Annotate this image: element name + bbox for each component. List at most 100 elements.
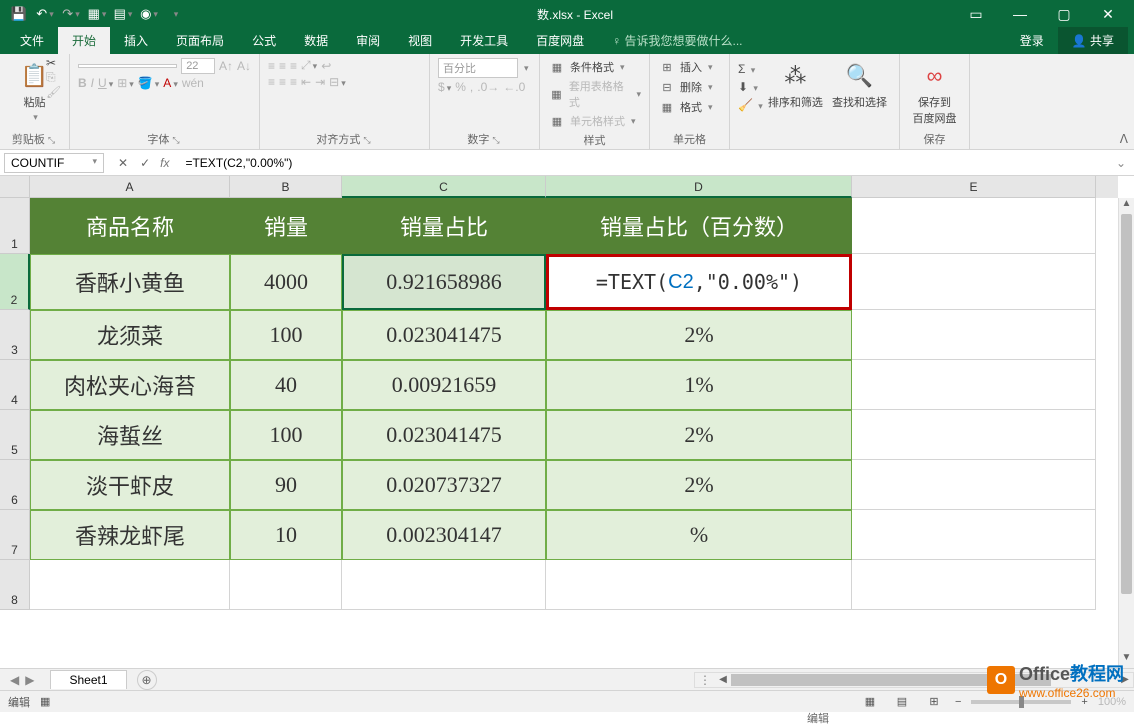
border-button[interactable]: ⊞▾: [117, 76, 134, 90]
tab-formulas[interactable]: 公式: [238, 27, 290, 54]
decrease-indent-icon[interactable]: ⇤: [301, 75, 311, 89]
tab-file[interactable]: 文件: [6, 27, 58, 54]
sheet-tab[interactable]: Sheet1: [50, 670, 126, 689]
page-break-view-icon[interactable]: ⊞: [923, 693, 945, 711]
font-launcher-icon[interactable]: ⤡: [172, 135, 181, 145]
qat-touch-icon[interactable]: ▦▾: [88, 5, 106, 23]
decrease-font-icon[interactable]: A↓: [237, 59, 251, 73]
clipboard-launcher-icon[interactable]: ⤡: [48, 135, 57, 145]
cell-B3[interactable]: 100: [230, 310, 342, 360]
qat-customize-icon[interactable]: ▾: [166, 5, 184, 23]
row-header-1[interactable]: 1: [0, 198, 30, 254]
cell-E2[interactable]: [852, 254, 1096, 310]
format-painter-icon[interactable]: 🖌: [46, 85, 61, 99]
increase-indent-icon[interactable]: ⇥: [315, 75, 325, 89]
align-left-icon[interactable]: ≡: [268, 75, 275, 89]
tab-insert[interactable]: 插入: [110, 27, 162, 54]
number-launcher-icon[interactable]: ⤡: [492, 135, 501, 145]
share-button[interactable]: 👤 共享: [1058, 27, 1128, 54]
cell-C6[interactable]: 0.020737327: [342, 460, 546, 510]
format-cells-button[interactable]: ▦格式 ▾: [658, 98, 721, 116]
sheet-nav-next-icon[interactable]: ▶: [25, 673, 34, 687]
tab-data[interactable]: 数据: [290, 27, 342, 54]
number-format-select[interactable]: 百分比: [438, 58, 518, 78]
close-button[interactable]: ✕: [1088, 2, 1128, 26]
select-all-corner[interactable]: [0, 176, 30, 198]
scroll-up-icon[interactable]: ▲: [1119, 198, 1134, 214]
cell-D5[interactable]: 2%: [546, 410, 852, 460]
row-header-4[interactable]: 4: [0, 360, 30, 410]
cell-A8[interactable]: [30, 560, 230, 610]
merge-button[interactable]: ⊟▾: [329, 75, 346, 89]
insert-function-icon[interactable]: fx: [160, 156, 177, 170]
comma-icon[interactable]: ,: [470, 80, 473, 94]
formula-input[interactable]: =TEXT(C2,"0.00%"): [177, 154, 1107, 172]
tell-me-input[interactable]: ♀ 告诉我您想要做什么...: [598, 27, 756, 54]
italic-button[interactable]: I: [91, 76, 94, 90]
qat-new-icon[interactable]: ▤▾: [114, 5, 132, 23]
fill-color-button[interactable]: 🪣▾: [138, 76, 159, 90]
font-name-input[interactable]: [78, 64, 177, 68]
save-baidu-button[interactable]: ∞ 保存到 百度网盘: [908, 58, 961, 128]
clear-icon[interactable]: 🧹 ▾: [738, 98, 763, 112]
row-header-5[interactable]: 5: [0, 410, 30, 460]
accounting-icon[interactable]: $▾: [438, 80, 451, 94]
copy-icon[interactable]: ⎘: [46, 70, 61, 85]
login-button[interactable]: 登录: [1006, 27, 1058, 54]
zoom-slider[interactable]: [971, 700, 1071, 704]
undo-icon[interactable]: ↶▾: [36, 5, 54, 23]
cell-C3[interactable]: 0.023041475: [342, 310, 546, 360]
cut-icon[interactable]: ✂: [46, 56, 61, 70]
underline-button[interactable]: U▾: [98, 76, 113, 90]
fill-icon[interactable]: ⬇ ▾: [738, 80, 763, 94]
align-center-icon[interactable]: ≡: [279, 75, 286, 89]
cell-D1[interactable]: 销量占比（百分数）: [546, 198, 852, 254]
cell-D4[interactable]: 1%: [546, 360, 852, 410]
row-header-3[interactable]: 3: [0, 310, 30, 360]
ribbon-options-icon[interactable]: ▭: [956, 2, 996, 26]
tab-view[interactable]: 视图: [394, 27, 446, 54]
name-box[interactable]: COUNTIF▾: [4, 153, 104, 173]
save-icon[interactable]: 💾: [10, 5, 28, 23]
scroll-left-icon[interactable]: ◀: [715, 674, 731, 685]
macro-record-icon[interactable]: ▦: [40, 695, 50, 708]
cell-E8[interactable]: [852, 560, 1096, 610]
cell-A5[interactable]: 海蜇丝: [30, 410, 230, 460]
vertical-scrollbar[interactable]: ▲ ▼: [1118, 198, 1134, 668]
cell-A2[interactable]: 香酥小黄鱼: [30, 254, 230, 310]
col-header-E[interactable]: E: [852, 176, 1096, 198]
insert-cells-button[interactable]: ⊞插入 ▾: [658, 58, 721, 76]
minimize-button[interactable]: —: [1000, 2, 1040, 26]
phonetic-icon[interactable]: wén: [182, 76, 204, 90]
cell-E4[interactable]: [852, 360, 1096, 410]
increase-font-icon[interactable]: A↑: [219, 59, 233, 73]
cell-B2[interactable]: 4000: [230, 254, 342, 310]
cell-C7[interactable]: 0.002304147: [342, 510, 546, 560]
row-header-2[interactable]: 2: [0, 254, 30, 310]
cell-D3[interactable]: 2%: [546, 310, 852, 360]
cell-C4[interactable]: 0.00921659: [342, 360, 546, 410]
find-select-button[interactable]: 🔍 查找和选择: [828, 58, 891, 112]
bold-button[interactable]: B: [78, 76, 87, 90]
increase-decimal-icon[interactable]: .0→: [477, 80, 499, 94]
qat-camera-icon[interactable]: ◉▾: [140, 5, 158, 23]
cell-D7[interactable]: %: [546, 510, 852, 560]
cell-styles-button[interactable]: ▦单元格样式▾: [548, 112, 641, 130]
cell-B6[interactable]: 90: [230, 460, 342, 510]
decrease-decimal-icon[interactable]: ←.0: [503, 80, 525, 94]
zoom-out-icon[interactable]: −: [955, 696, 961, 708]
vscroll-thumb[interactable]: [1121, 214, 1132, 594]
cell-B1[interactable]: 销量: [230, 198, 342, 254]
enter-formula-icon[interactable]: ✓: [140, 156, 150, 170]
cell-C1[interactable]: 销量占比: [342, 198, 546, 254]
align-bottom-icon[interactable]: ≡: [290, 59, 297, 73]
row-header-8[interactable]: 8: [0, 560, 30, 610]
delete-cells-button[interactable]: ⊟删除 ▾: [658, 78, 721, 96]
font-size-input[interactable]: 22: [181, 58, 215, 74]
percent-icon[interactable]: %: [455, 80, 466, 94]
row-header-6[interactable]: 6: [0, 460, 30, 510]
row-header-7[interactable]: 7: [0, 510, 30, 560]
cell-A6[interactable]: 淡干虾皮: [30, 460, 230, 510]
autosum-icon[interactable]: Σ ▾: [738, 62, 763, 76]
cell-B4[interactable]: 40: [230, 360, 342, 410]
